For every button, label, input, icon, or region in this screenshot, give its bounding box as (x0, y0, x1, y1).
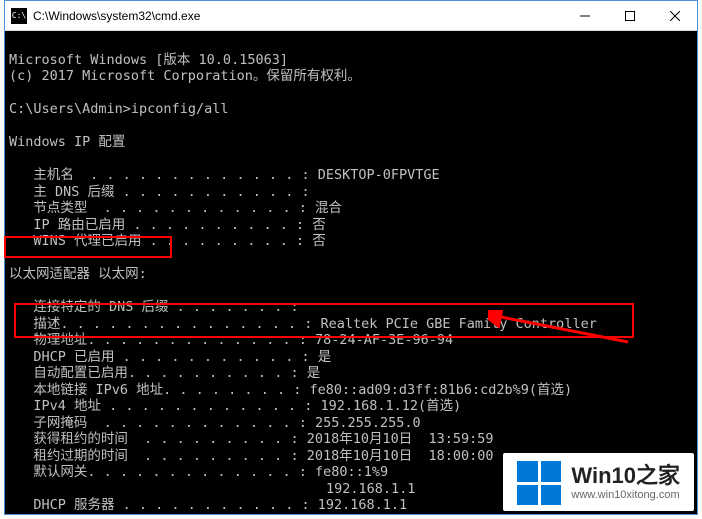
close-icon (670, 11, 680, 21)
config-row: 节点类型 . . . . . . . . . . . . : 混合 (9, 200, 342, 216)
config-row: DHCP 已启用 . . . . . . . . . . . : 是 (9, 349, 331, 365)
config-row: 自动配置已启用. . . . . . . . . . : 是 (9, 365, 320, 381)
watermark-url: www.win10xitong.com (571, 490, 680, 501)
watermark: Win10之家 www.win10xitong.com (503, 453, 694, 511)
header-line-1: Microsoft Windows [版本 10.0.15063] (9, 52, 288, 68)
titlebar[interactable]: C:\ C:\Windows\system32\cmd.exe (5, 1, 697, 31)
windows-logo-icon (517, 461, 561, 505)
terminal-output[interactable]: Microsoft Windows [版本 10.0.15063] (c) 20… (5, 31, 697, 514)
minimize-icon (580, 11, 590, 21)
maximize-button[interactable] (607, 1, 652, 30)
config-row-mac-address: 物理地址. . . . . . . . . . . . . : 78-24-AF… (9, 332, 453, 348)
config-row: 租约过期的时间 . . . . . . . . . : 2018年10月10日 … (9, 448, 494, 464)
config-row: 连接特定的 DNS 后缀 . . . . . . . : (9, 299, 307, 315)
watermark-title: Win10之家 (571, 465, 680, 487)
config-row: 描述. . . . . . . . . . . . . . . : Realte… (9, 316, 597, 332)
cmd-icon: C:\ (11, 8, 27, 24)
config-row: 192.168.1.1 (9, 481, 415, 497)
config-row: 主机名 . . . . . . . . . . . . . : DESKTOP-… (9, 167, 440, 183)
minimize-button[interactable] (562, 1, 607, 30)
config-row: IPv4 地址 . . . . . . . . . . . . : 192.16… (9, 398, 461, 414)
section-ip-config-title: Windows IP 配置 (9, 134, 125, 150)
config-row: 本地链接 IPv6 地址. . . . . . . . : fe80::ad09… (9, 382, 572, 398)
config-row: IP 路由已启用 . . . . . . . . . . : 否 (9, 217, 326, 233)
config-row: 子网掩码 . . . . . . . . . . . . : 255.255.2… (9, 415, 421, 431)
window-controls (562, 1, 697, 30)
config-row: DHCPv6 IAID . . . . . . . . . . . : 5820… (9, 514, 391, 515)
config-row: 主 DNS 后缀 . . . . . . . . . . . : (9, 184, 318, 200)
config-row: 默认网关. . . . . . . . . . . . . : fe80::1%… (9, 464, 388, 480)
cmd-window: C:\ C:\Windows\system32\cmd.exe Microsof… (4, 0, 698, 515)
prompt-line: C:\Users\Admin>ipconfig/all (9, 101, 228, 117)
config-row: DHCP 服务器 . . . . . . . . . . . : 192.168… (9, 497, 407, 513)
close-button[interactable] (652, 1, 697, 30)
maximize-icon (625, 11, 635, 21)
window-title: C:\Windows\system32\cmd.exe (33, 9, 562, 23)
section-ethernet-title: 以太网适配器 以太网: (9, 266, 147, 282)
config-row: WINS 代理已启用 . . . . . . . . . : 否 (9, 233, 326, 249)
header-line-2: (c) 2017 Microsoft Corporation。保留所有权利。 (9, 68, 361, 84)
config-row: 获得租约的时间 . . . . . . . . . : 2018年10月10日 … (9, 431, 494, 447)
